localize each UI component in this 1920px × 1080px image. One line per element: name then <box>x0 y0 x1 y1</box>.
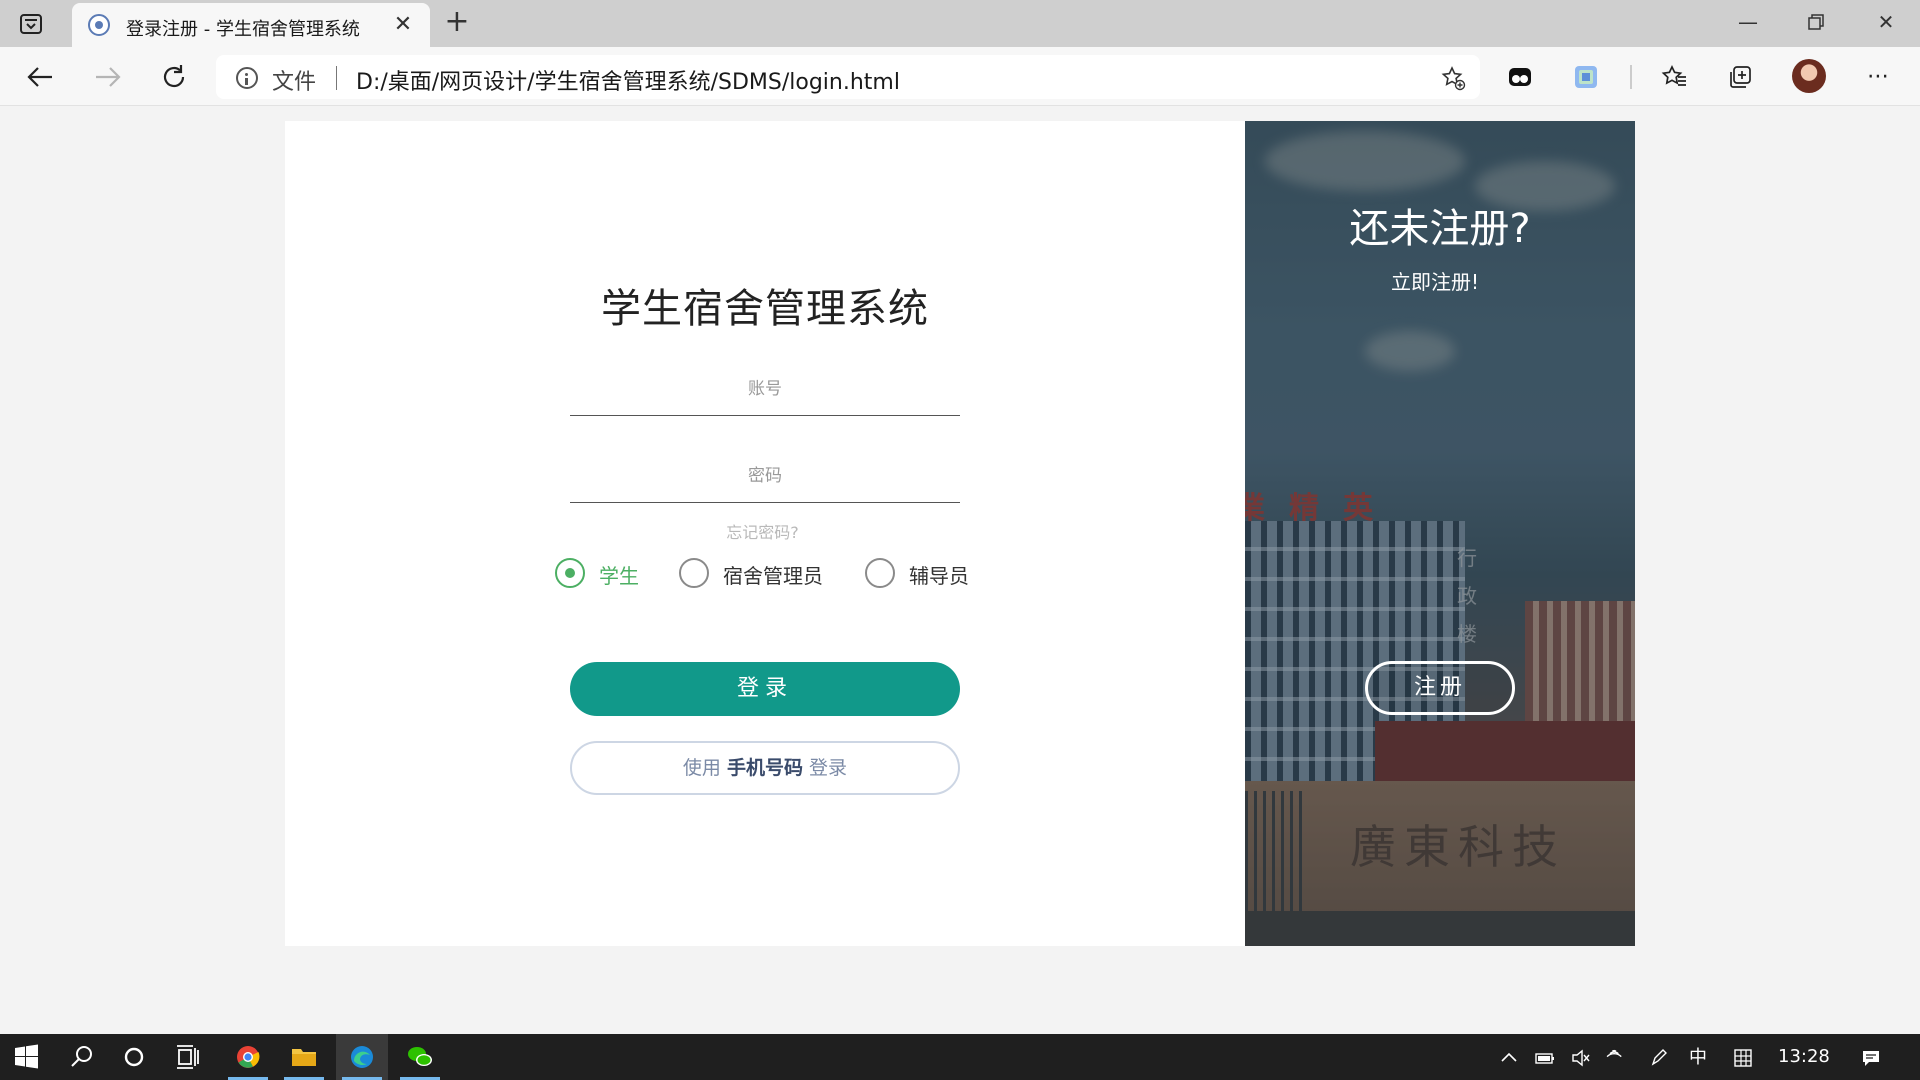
forgot-password-link[interactable]: 忘记密码? <box>285 519 1240 543</box>
password-input[interactable] <box>570 449 960 503</box>
windows-start-icon[interactable] <box>0 1034 52 1080</box>
windows-taskbar: 中 13:28 <box>0 1034 1920 1080</box>
volume-muted-icon[interactable] <box>1570 1047 1592 1069</box>
role-label-student: 学生 <box>599 564 639 588</box>
edge-app-icon[interactable] <box>336 1034 388 1080</box>
wifi-icon[interactable] <box>1606 1047 1628 1069</box>
cortana-icon[interactable] <box>108 1034 160 1080</box>
address-url[interactable]: D:/桌面/网页设计/学生宿舍管理系统/SDMS/login.html <box>356 64 900 96</box>
extension-icon[interactable] <box>1506 63 1534 91</box>
collections-icon[interactable] <box>1726 63 1754 91</box>
minimize-icon[interactable]: — <box>1730 6 1766 38</box>
close-tab-icon[interactable]: ✕ <box>390 12 416 38</box>
register-panel: 業精英 行政楼 廣東科技 还未注册? 立即注册! 注册 <box>1245 121 1635 946</box>
search-icon[interactable] <box>56 1034 108 1080</box>
browser-toolbar: 文件 D:/桌面/网页设计/学生宿舍管理系统/SDMS/login.html ⋯ <box>0 47 1920 106</box>
radio-counselor[interactable] <box>865 558 895 588</box>
site-favicon-icon <box>88 14 110 36</box>
pen-icon[interactable] <box>1648 1047 1670 1069</box>
restore-icon[interactable] <box>1798 6 1834 38</box>
address-bar[interactable]: 文件 D:/桌面/网页设计/学生宿舍管理系统/SDMS/login.html <box>216 55 1480 99</box>
register-subtitle: 立即注册! <box>1390 270 1480 294</box>
back-icon[interactable] <box>24 60 58 94</box>
taskbar-clock[interactable]: 13:28 <box>1778 1046 1830 1067</box>
translate-extension-icon[interactable] <box>1572 63 1600 91</box>
phone-login-prefix: 使用 <box>682 757 721 779</box>
more-menu-icon[interactable]: ⋯ <box>1864 63 1892 91</box>
register-button[interactable]: 注册 <box>1365 661 1515 715</box>
role-label-dorm-manager: 宿舍管理员 <box>723 564 823 588</box>
profile-avatar[interactable] <box>1792 59 1826 93</box>
role-label-counselor: 辅导员 <box>909 564 969 588</box>
radio-dorm-manager[interactable] <box>679 558 709 588</box>
refresh-icon[interactable] <box>157 60 191 94</box>
register-title: 还未注册? <box>1349 206 1531 252</box>
address-separator <box>336 66 337 90</box>
system-title: 学生宿舍管理系统 <box>601 286 929 332</box>
file-explorer-icon[interactable] <box>278 1034 330 1080</box>
page-viewport: 学生宿舍管理系统 忘记密码? 学生 宿舍管理员 辅导员 登录 使用 手机号码 登… <box>0 106 1920 1034</box>
notification-center-icon[interactable] <box>1860 1047 1882 1069</box>
toolbar-divider <box>1630 65 1632 89</box>
new-tab-icon[interactable]: + <box>442 7 472 38</box>
info-icon[interactable] <box>236 67 258 89</box>
account-input[interactable] <box>570 362 960 416</box>
radio-student[interactable] <box>555 558 585 588</box>
forward-icon[interactable] <box>90 60 124 94</box>
address-scheme-label: 文件 <box>272 70 317 95</box>
phone-login-suffix: 登录 <box>809 757 848 779</box>
tab-strip: 登录注册 - 学生宿舍管理系统 ✕ + — ✕ <box>0 0 1920 47</box>
tab-actions-icon[interactable] <box>18 11 44 37</box>
active-tab[interactable]: 登录注册 - 学生宿舍管理系统 ✕ <box>72 3 430 47</box>
wechat-app-icon[interactable] <box>394 1034 446 1080</box>
close-window-icon[interactable]: ✕ <box>1868 6 1904 38</box>
favorites-icon[interactable] <box>1660 63 1688 91</box>
role-radio-group: 学生 宿舍管理员 辅导员 <box>555 556 995 590</box>
ime-mode-icon[interactable] <box>1732 1047 1754 1069</box>
tray-chevron-up-icon[interactable] <box>1498 1047 1520 1069</box>
login-form-card: 学生宿舍管理系统 忘记密码? 学生 宿舍管理员 辅导员 登录 使用 手机号码 登… <box>285 121 1245 946</box>
input-method-indicator[interactable]: 中 <box>1687 1047 1709 1069</box>
phone-login-bold: 手机号码 <box>726 757 803 779</box>
login-button[interactable]: 登录 <box>570 662 960 716</box>
battery-icon[interactable] <box>1534 1047 1556 1069</box>
add-favorite-icon[interactable] <box>1440 65 1466 91</box>
task-view-icon[interactable] <box>162 1034 214 1080</box>
phone-login-button[interactable]: 使用 手机号码 登录 <box>570 741 960 795</box>
tab-title: 登录注册 - 学生宿舍管理系统 <box>126 19 360 40</box>
chrome-app-icon[interactable] <box>222 1034 274 1080</box>
